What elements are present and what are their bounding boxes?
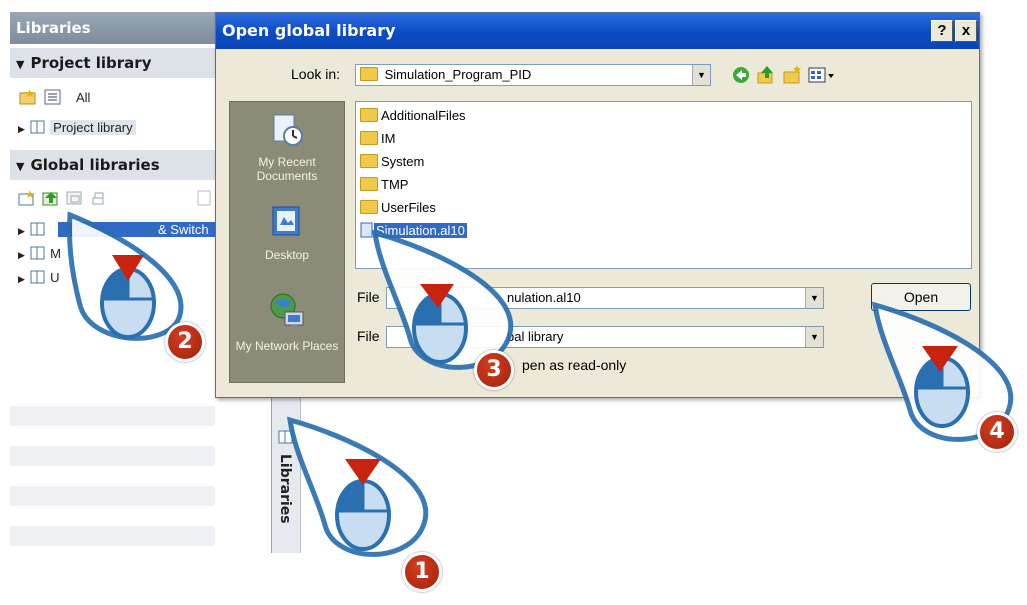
new-folder-icon[interactable]: [782, 65, 802, 90]
expand-arrow-icon: ▶: [18, 250, 25, 260]
folder-icon: [360, 67, 378, 81]
folder-icon: [360, 200, 378, 214]
look-in-value: Simulation_Program_PID: [384, 67, 532, 82]
project-library-header[interactable]: ▼ Project library: [10, 48, 215, 78]
libraries-panel-title: Libraries: [10, 12, 215, 44]
list-item[interactable]: TMP: [360, 175, 408, 195]
network-places-icon: [230, 292, 344, 335]
empty-list-row: [10, 446, 215, 466]
list-item[interactable]: System: [360, 152, 424, 172]
expand-arrow-icon: ▶: [18, 226, 25, 236]
collapse-triangle-icon: ▼: [16, 160, 25, 173]
mouse-click-callout: [286, 416, 429, 557]
empty-list-row: [10, 526, 215, 546]
recent-documents-icon: [230, 112, 344, 151]
folder-icon: [360, 154, 378, 168]
filter-value[interactable]: All: [76, 90, 90, 105]
new-global-library-icon[interactable]: [18, 190, 36, 209]
view-menu-icon[interactable]: [808, 65, 836, 90]
dialog-title: Open global library: [222, 21, 396, 40]
look-in-label: Look in:: [291, 66, 341, 82]
up-folder-icon[interactable]: [756, 65, 776, 90]
place-network[interactable]: My Network Places: [230, 292, 344, 353]
library-book-icon: [29, 120, 47, 135]
folder-icon: [360, 108, 378, 122]
look-in-dropdown[interactable]: Simulation_Program_PID ▼: [355, 64, 711, 86]
properties-icon[interactable]: [196, 190, 214, 209]
project-library-tree-item[interactable]: ▶ Project library: [18, 120, 136, 135]
folder-icon: [360, 177, 378, 191]
step-badge: 3: [474, 350, 514, 390]
chevron-down-icon[interactable]: ▼: [805, 288, 823, 308]
folder-icon: [360, 131, 378, 145]
step-badge: 1: [402, 552, 442, 592]
step-badge: 4: [977, 412, 1017, 452]
expand-arrow-icon: ▶: [18, 274, 25, 284]
empty-list-row: [10, 486, 215, 506]
project-library-toolbar: All: [10, 88, 215, 110]
global-libraries-header[interactable]: ▼ Global libraries: [10, 150, 215, 180]
place-desktop[interactable]: Desktop: [230, 205, 344, 262]
places-bar: My Recent Documents Desktop My Network P…: [229, 101, 345, 383]
list-item[interactable]: IM: [360, 129, 395, 149]
help-button[interactable]: ?: [931, 20, 953, 42]
new-folder-icon[interactable]: [19, 89, 37, 108]
collapse-triangle-icon: ▼: [16, 58, 25, 71]
expand-arrow-icon: ▶: [18, 124, 25, 134]
empty-list-row: [10, 406, 215, 426]
open-global-library-dialog: Open global library ? x Look in: Simulat…: [215, 12, 980, 398]
chevron-down-icon[interactable]: ▼: [805, 327, 823, 347]
close-button[interactable]: x: [955, 20, 977, 42]
desktop-icon: [230, 205, 344, 244]
list-item[interactable]: AdditionalFiles: [360, 106, 466, 126]
mouse-click-callout: [67, 211, 184, 341]
list-item[interactable]: UserFiles: [360, 198, 436, 218]
read-only-label: pen as read-only: [522, 357, 627, 373]
back-icon[interactable]: [731, 65, 751, 90]
list-view-icon[interactable]: [44, 89, 62, 108]
step-badge: 2: [165, 322, 205, 362]
dialog-titlebar[interactable]: Open global library ? x: [216, 13, 979, 49]
place-recent-documents[interactable]: My Recent Documents: [230, 112, 344, 183]
chevron-down-icon[interactable]: ▼: [692, 65, 710, 85]
